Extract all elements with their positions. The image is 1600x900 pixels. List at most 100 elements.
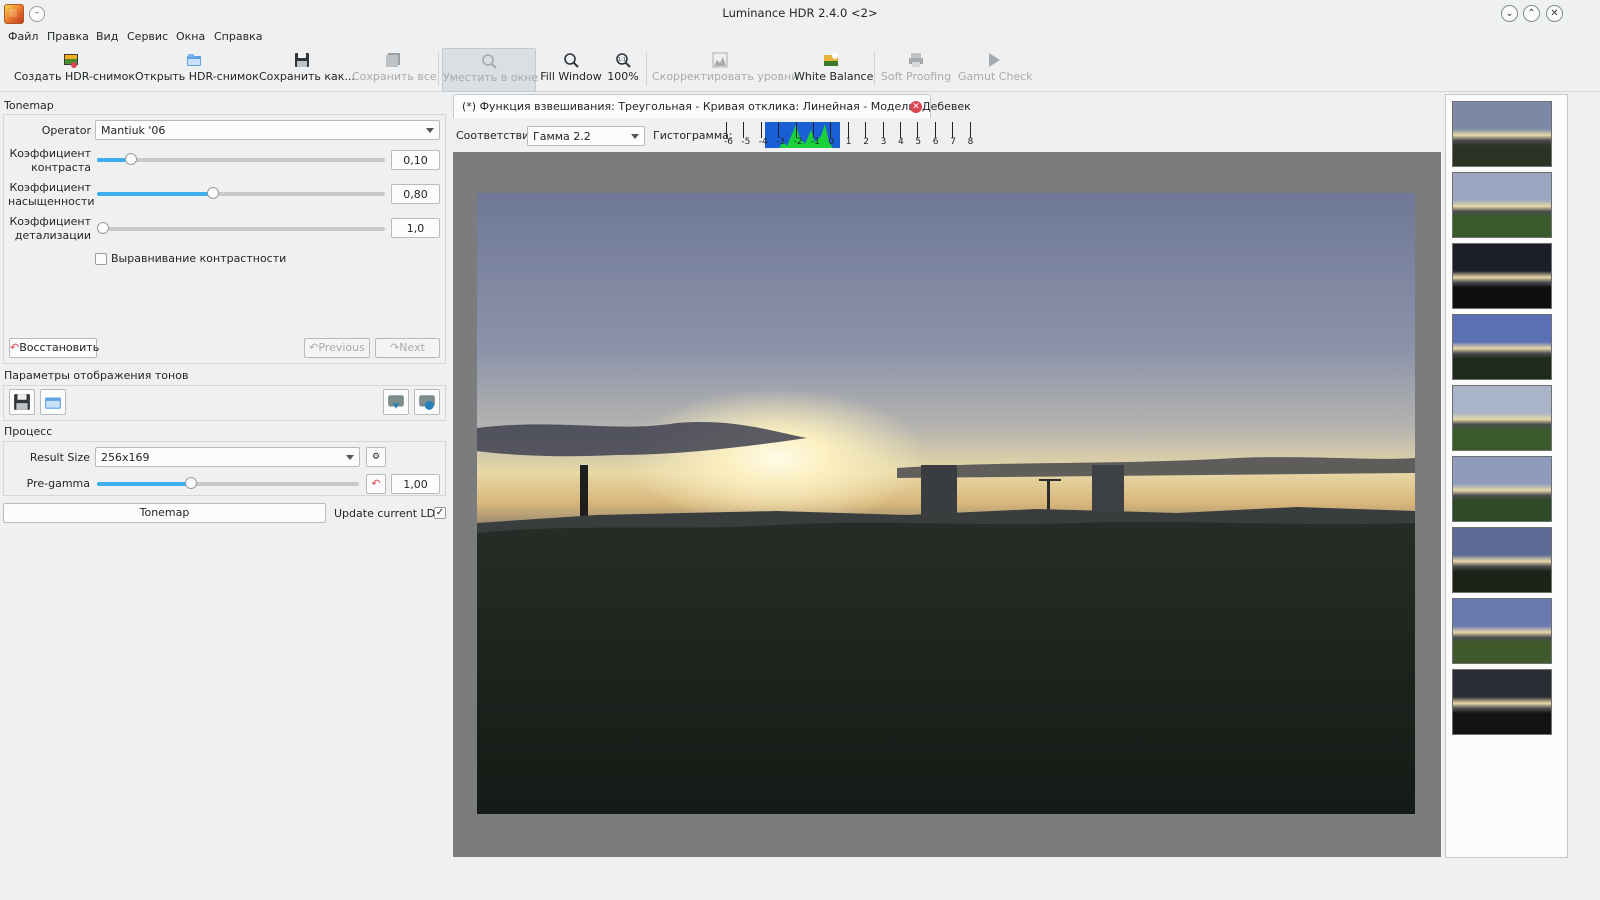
slider-handle[interactable]	[184, 477, 197, 489]
create-hdr-icon	[64, 54, 78, 68]
detail-spinbox[interactable]: 1,0	[391, 218, 440, 238]
gamut-check-button[interactable]: Gamut Check	[958, 48, 1033, 92]
database-export-icon	[388, 395, 404, 409]
saturation-spinbox[interactable]: 0,80	[391, 184, 440, 204]
histogram-tick	[882, 122, 884, 138]
gamut-icon	[989, 53, 1000, 67]
menu-edit[interactable]: Правка	[47, 30, 89, 43]
mapping-select[interactable]: Гамма 2.2	[527, 126, 645, 146]
minimize-button[interactable]: ⌄	[1501, 5, 1518, 22]
slider-fill	[97, 192, 213, 196]
histogram-tick-label: -4	[758, 137, 768, 147]
close-tab-icon[interactable]: ✕	[910, 101, 922, 113]
histogram-tick-label: 0	[828, 137, 835, 147]
histogram-tick-label: 6	[932, 137, 939, 147]
ldr-thumbnail[interactable]	[1452, 172, 1552, 238]
fill-window-label: Fill Window	[540, 70, 602, 83]
tone-params-title: Параметры отображения тонов	[4, 369, 189, 382]
ldr-thumbnail[interactable]	[1452, 456, 1552, 522]
load-params-button[interactable]	[40, 389, 66, 415]
close-window-button[interactable]: ✕	[1546, 5, 1563, 22]
ldr-thumbnail[interactable]	[1452, 598, 1552, 664]
fit-window-button[interactable]: Уместить в окне	[442, 48, 538, 92]
previous-button[interactable]: ↶Previous	[304, 338, 370, 358]
saturation-slider[interactable]	[97, 187, 385, 199]
slider-handle[interactable]	[124, 153, 137, 165]
fill-window-button[interactable]: Fill Window	[540, 48, 602, 92]
histogram-tick-label: 3	[880, 137, 887, 147]
histogram-tick	[865, 122, 867, 138]
undo-icon: ↶	[10, 341, 20, 354]
result-size-select[interactable]: 256x169	[95, 447, 360, 467]
tone-params-panel	[3, 385, 446, 421]
ldr-thumbnail[interactable]	[1452, 101, 1552, 167]
gear-icon: ⚙	[371, 452, 381, 462]
save-params-button[interactable]	[9, 389, 35, 415]
tonemap-button[interactable]: Tonemap	[3, 503, 326, 523]
open-hdr-button[interactable]: Открыть HDR-снимок	[135, 48, 259, 92]
chevron-down-icon	[426, 128, 434, 133]
histogram-tick	[830, 122, 832, 138]
equalize-contrast-checkbox[interactable]	[95, 253, 107, 265]
gamut-check-label: Gamut Check	[958, 70, 1033, 83]
histogram[interactable]: -6 -5 -4 -3 -2 -1 0 1 2 3 4 5 6 7 8	[724, 122, 974, 150]
image-tab[interactable]: (*) Функция взвешивания: Треугольная - К…	[453, 94, 971, 118]
zoom-original-icon: 1:1	[616, 53, 631, 68]
update-ldr-checkbox[interactable]: ✓	[434, 507, 446, 519]
histogram-tick	[969, 122, 971, 138]
ldr-thumbnail[interactable]	[1452, 669, 1552, 735]
result-size-label: Result Size	[29, 451, 90, 464]
adjust-levels-button[interactable]: Скорректировать уровни	[652, 48, 798, 92]
tonemap-group-title: Tonemap	[4, 99, 54, 112]
ldr-thumbnail[interactable]	[1452, 385, 1552, 451]
reset-pregamma-button[interactable]: ↶	[366, 474, 386, 494]
histogram-tick	[847, 122, 849, 138]
menu-tools[interactable]: Сервис	[127, 30, 168, 43]
white-balance-label: White Balance	[794, 70, 874, 83]
operator-select[interactable]: Mantiuk '06	[95, 120, 440, 140]
menu-help[interactable]: Справка	[214, 30, 262, 43]
next-button[interactable]: ↷Next	[375, 338, 440, 358]
hdr-image[interactable]	[477, 193, 1415, 814]
restore-button[interactable]: ↶Восстановить	[9, 338, 99, 358]
result-size-settings-button[interactable]: ⚙	[366, 447, 386, 467]
menu-bar: Файл Правка Вид Сервис Окна Справка	[0, 28, 1600, 46]
save-all-label: Сохранить все	[352, 70, 437, 83]
save-as-label: Сохранить как...	[259, 70, 355, 83]
histogram-tick-label: 2	[863, 137, 869, 147]
save-as-button[interactable]: Сохранить как...	[259, 48, 355, 92]
ldr-thumbnail[interactable]	[1452, 243, 1552, 309]
chevron-down-icon	[631, 134, 639, 139]
menu-file[interactable]: Файл	[8, 30, 38, 43]
histogram-tick-label: -1	[811, 137, 820, 147]
histogram-tick-label: -3	[776, 137, 786, 147]
soft-proofing-button[interactable]: Soft Proofing	[880, 48, 952, 92]
levels-icon	[712, 52, 728, 68]
slider-fill	[97, 482, 189, 486]
detail-slider[interactable]	[97, 222, 385, 234]
create-hdr-label: Создать HDR-снимок	[14, 70, 135, 83]
export-params-button[interactable]	[383, 389, 409, 415]
histogram-tick	[743, 122, 745, 138]
zoom-100-label: 100%	[607, 70, 639, 83]
menu-view[interactable]: Вид	[96, 30, 118, 43]
white-balance-button[interactable]: White Balance	[794, 48, 873, 92]
create-hdr-button[interactable]: Создать HDR-снимок	[14, 48, 135, 92]
import-params-button[interactable]	[414, 389, 440, 415]
histogram-tick	[917, 122, 919, 138]
maximize-button[interactable]: ⌃	[1523, 5, 1540, 22]
histogram-tick-label: 5	[915, 137, 922, 147]
ldr-thumbnail[interactable]	[1452, 527, 1552, 593]
zoom-100-button[interactable]: 1:1 100%	[606, 48, 640, 92]
slider-handle[interactable]	[97, 222, 109, 234]
next-arrow-icon: ↷	[390, 341, 400, 354]
menu-windows[interactable]: Окна	[176, 30, 205, 43]
contrast-spinbox[interactable]: 0,10	[391, 150, 440, 170]
pregamma-slider[interactable]	[97, 477, 359, 489]
ldr-thumbnail[interactable]	[1452, 314, 1552, 380]
contrast-slider[interactable]	[97, 153, 385, 165]
pregamma-spinbox[interactable]: 1,00	[391, 474, 440, 494]
detail-label: Коэффициент детализации	[9, 215, 91, 242]
save-all-button[interactable]: Сохранить все	[352, 48, 437, 92]
update-ldr-label: Update current LDR	[334, 507, 443, 520]
